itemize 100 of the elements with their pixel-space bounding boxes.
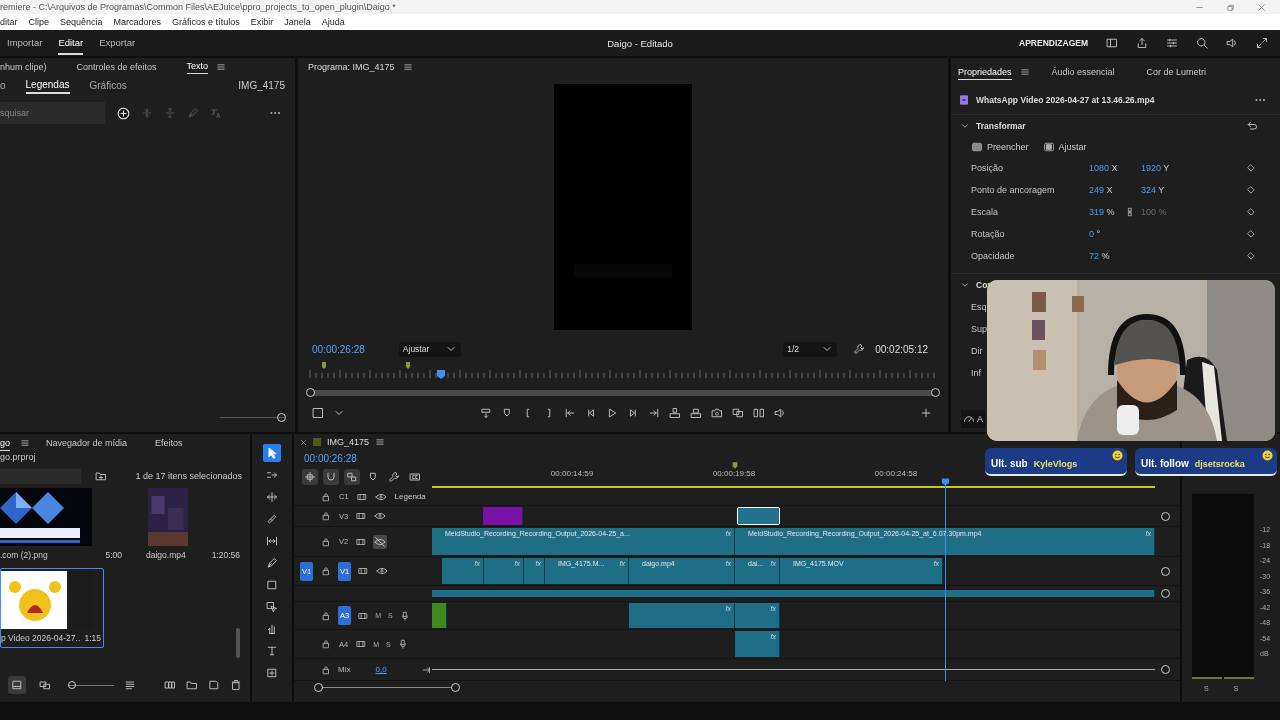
film-icon[interactable]	[356, 536, 367, 547]
property-value[interactable]: 1920 Y	[1141, 163, 1171, 173]
footer-button[interactable]: A	[961, 410, 985, 428]
restore-icon[interactable]	[1226, 2, 1235, 12]
media-item[interactable]: daigo.mp4 1:20:56	[146, 488, 238, 564]
panel-tab[interactable]: Efeitos	[155, 436, 183, 450]
speaker-icon[interactable]	[1226, 37, 1238, 49]
menu-item[interactable]: Marcadores	[113, 17, 162, 27]
workspace-tab[interactable]: Importar	[7, 31, 43, 55]
mic-icon[interactable]	[397, 639, 408, 649]
go-to-in-icon[interactable]	[563, 407, 576, 419]
chevron-down-icon[interactable]	[960, 121, 970, 131]
film-icon[interactable]	[356, 491, 367, 502]
fit-option[interactable]: Preencher	[971, 141, 1029, 153]
lock-icon[interactable]	[321, 610, 331, 621]
panel-tab[interactable]: nhum clipe)	[0, 59, 47, 74]
camera-icon[interactable]	[710, 407, 723, 419]
mix-value[interactable]: 0,0	[375, 665, 387, 674]
reset-icon[interactable]	[1246, 120, 1258, 132]
zoom-dropdown[interactable]: Ajustar	[398, 341, 461, 357]
audio-clip[interactable]	[432, 590, 1155, 597]
scrollbar[interactable]	[236, 628, 240, 658]
resolution-dropdown[interactable]: 1/2	[783, 341, 838, 357]
select-tool[interactable]	[263, 444, 281, 462]
wrench-icon[interactable]	[853, 343, 866, 355]
chain-icon[interactable]	[1125, 207, 1135, 217]
close-icon[interactable]	[300, 438, 307, 446]
end-icon[interactable]	[422, 664, 432, 675]
insert-icon[interactable]	[668, 407, 681, 419]
workspace-button[interactable]: APRENDIZAGEM	[1019, 38, 1088, 48]
diamond-icon[interactable]	[1246, 207, 1256, 217]
lock-icon[interactable]	[321, 566, 331, 576]
property-value[interactable]: 324 Y	[1141, 185, 1171, 195]
panel-tab[interactable]: Controles de efeitos	[76, 59, 157, 74]
property-value[interactable]: 0 °	[1089, 229, 1119, 239]
menu-icon[interactable]	[216, 61, 227, 72]
film-icon[interactable]	[356, 639, 367, 649]
menu-item[interactable]: Clipe	[28, 17, 50, 27]
speaker-icon[interactable]	[773, 407, 786, 419]
film-icon[interactable]	[358, 566, 369, 576]
view-button[interactable]	[8, 676, 26, 694]
lock-icon[interactable]	[321, 511, 331, 521]
menu-icon[interactable]	[1019, 67, 1030, 77]
sequence-tab[interactable]: IMG_4175	[327, 437, 370, 447]
expand-icon[interactable]	[1256, 37, 1268, 49]
lock-icon[interactable]	[321, 491, 331, 502]
close-icon[interactable]	[1257, 2, 1266, 12]
media-item[interactable]: p Video 2026-04-27.. 1:15	[0, 568, 104, 648]
automate-icon[interactable]	[164, 679, 176, 691]
timecode[interactable]: 00:00:26:28	[312, 343, 365, 355]
subtab[interactable]: Legendas	[25, 76, 70, 94]
trim-icon[interactable]	[752, 407, 765, 419]
menu-item[interactable]: Gráficos e títulos	[172, 17, 240, 27]
settings-button[interactable]	[386, 469, 402, 485]
timecode[interactable]: 00:00:26:28	[304, 452, 357, 464]
fit-option[interactable]: Ajustar	[1042, 141, 1087, 153]
folder-icon[interactable]	[186, 679, 198, 691]
snap-button[interactable]	[323, 469, 339, 485]
panel-tab[interactable]: Texto	[186, 59, 209, 74]
lock-icon[interactable]	[321, 536, 331, 547]
panel-tab[interactable]: Navegador de mídia	[46, 436, 128, 450]
lock-icon[interactable]	[321, 639, 331, 649]
property-value[interactable]: 319 %	[1089, 207, 1119, 217]
go-to-out-icon[interactable]	[647, 407, 660, 419]
property-value[interactable]: 72 %	[1089, 251, 1119, 261]
menu-item[interactable]: Exibir	[250, 17, 274, 27]
menu-item[interactable]: Ajuda	[321, 17, 345, 27]
menu-item[interactable]: ditar	[0, 17, 18, 27]
trash-icon[interactable]	[230, 679, 242, 691]
diamond-icon[interactable]	[1246, 229, 1256, 239]
chevron-down-icon[interactable]	[960, 280, 970, 290]
lift-icon[interactable]	[479, 407, 492, 419]
subtab[interactable]: Gráficos	[89, 77, 127, 93]
search-field[interactable]: squisar	[0, 102, 105, 124]
new-bin-icon[interactable]	[95, 470, 108, 482]
diamond-icon[interactable]	[1246, 185, 1256, 195]
menu-icon[interactable]	[375, 437, 386, 447]
menu-icon[interactable]	[402, 62, 413, 72]
mic-icon[interactable]	[399, 610, 410, 621]
marker-icon[interactable]	[731, 462, 739, 469]
dashed-square-icon[interactable]	[312, 407, 324, 419]
menu-item[interactable]: Sequência	[60, 17, 103, 27]
workspace-tab[interactable]: Editar	[58, 31, 84, 55]
property-value[interactable]: 1080 X	[1089, 163, 1119, 173]
subtab[interactable]: o	[0, 77, 6, 93]
panel-tab[interactable]: Propriedades	[958, 64, 1012, 80]
add-icon[interactable]	[920, 407, 932, 419]
menu-icon[interactable]	[20, 438, 30, 448]
section-title[interactable]: Transformar	[976, 121, 1026, 131]
panel-tab[interactable]: Áudio essencial	[1051, 65, 1115, 79]
share-icon[interactable]	[1136, 37, 1148, 49]
list-icon[interactable]	[124, 679, 136, 691]
property-value[interactable]: 249 X	[1089, 185, 1119, 195]
panel-tab[interactable]: go	[0, 435, 10, 451]
compare-icon[interactable]	[731, 407, 744, 419]
film-icon[interactable]	[358, 610, 369, 621]
film-icon[interactable]	[356, 511, 367, 521]
panel-icon[interactable]	[1106, 37, 1118, 49]
workspace-tab[interactable]: Exportar	[99, 31, 136, 55]
sliders-icon[interactable]	[1166, 37, 1178, 49]
